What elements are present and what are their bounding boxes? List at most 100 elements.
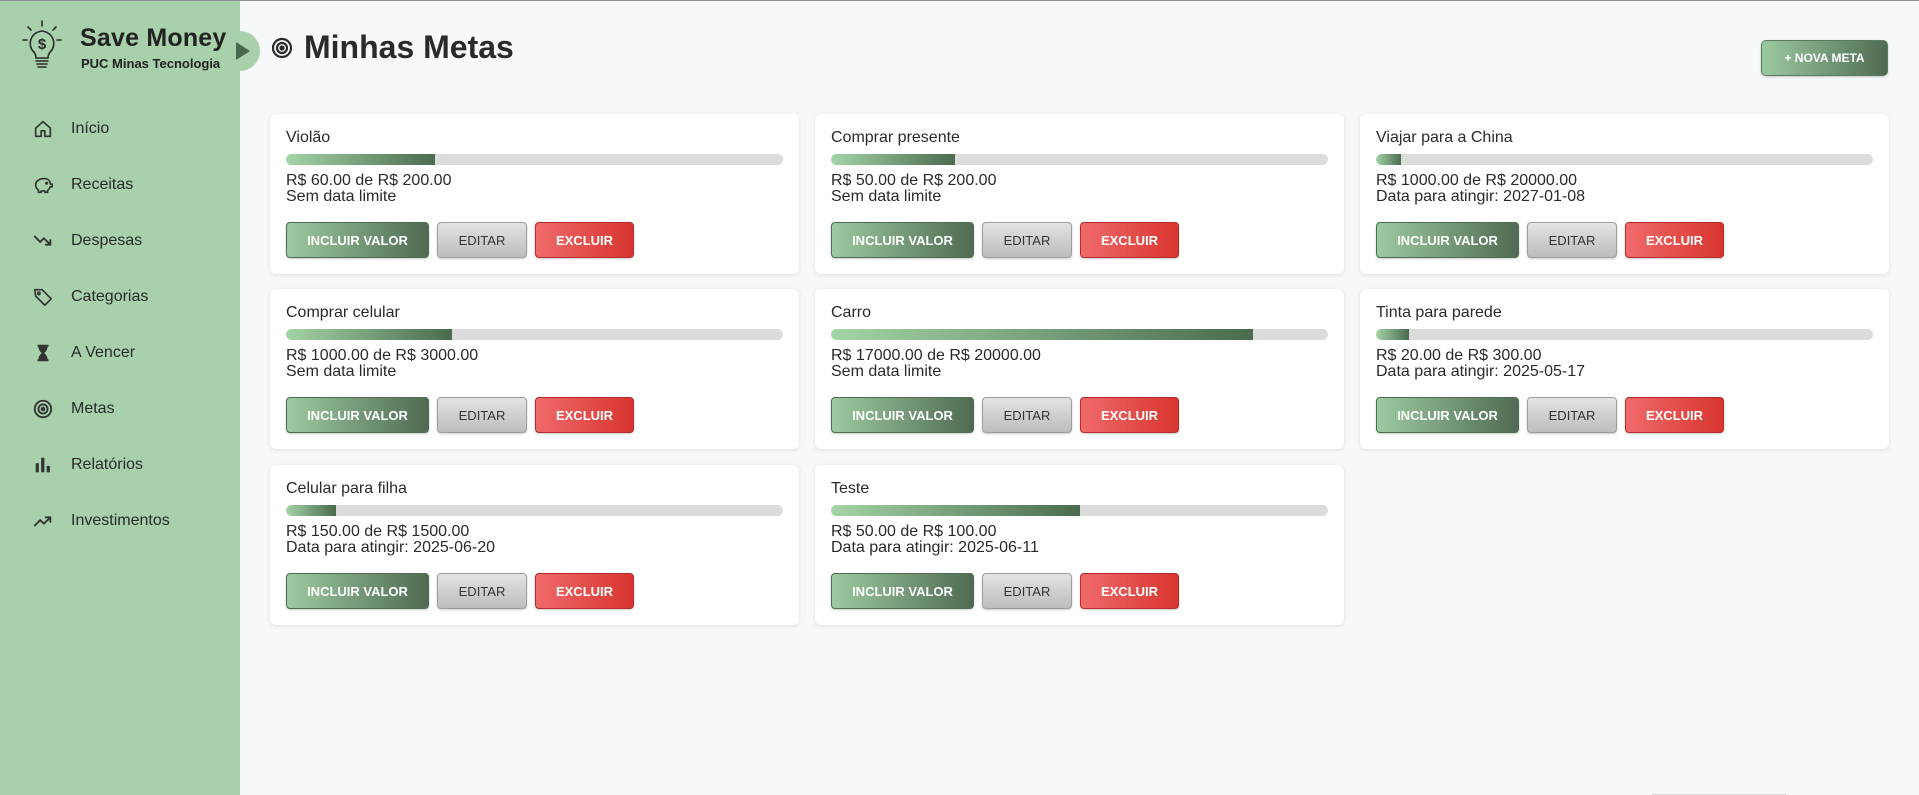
goal-amount: R$ 60.00 de R$ 200.00 [286,172,452,189]
delete-button[interactable]: EXCLUIR [1080,397,1179,433]
sidebar-item-despesas[interactable]: Despesas [0,213,240,269]
goal-card: Teste R$ 50.00 de R$ 100.00 Data para at… [815,465,1344,625]
goal-date: Data para atingir: 2025-06-11 [831,539,1039,556]
delete-button[interactable]: EXCLUIR [1080,222,1179,258]
goal-card: Tinta para parede R$ 20.00 de R$ 300.00 … [1360,289,1889,449]
goal-amount: R$ 20.00 de R$ 300.00 [1376,347,1542,364]
delete-button[interactable]: EXCLUIR [1625,222,1724,258]
goal-date: Data para atingir: 2025-06-20 [286,539,496,556]
sidebar-nav: Início Receitas Despesas Categorias A Ve… [0,101,240,549]
add-value-button[interactable]: INCLUIR VALOR [831,222,974,258]
add-value-button[interactable]: INCLUIR VALOR [286,397,429,433]
trending-down-icon [32,230,54,252]
sidebar-item-label: Categorias [71,288,149,305]
sidebar-item-relatorios[interactable]: Relatórios [0,437,240,493]
goal-title: Violão [286,129,331,146]
delete-button[interactable]: EXCLUIR [1625,397,1724,433]
trending-up-icon [32,510,54,532]
goal-card: Comprar celular R$ 1000.00 de R$ 3000.00… [270,289,799,449]
add-value-button[interactable]: INCLUIR VALOR [286,573,429,609]
app-title: Save Money [80,23,227,52]
goal-progress-bar [831,505,1328,516]
goal-progress-fill [831,154,956,165]
lightbulb-dollar-icon: $ [22,20,62,68]
goal-amount: R$ 50.00 de R$ 200.00 [831,172,997,189]
goal-amount: R$ 17000.00 de R$ 20000.00 [831,347,1041,364]
target-icon [271,37,293,58]
goal-progress-fill [1376,154,1401,165]
sidebar-item-label: Metas [71,400,115,417]
sidebar-item-label: Despesas [71,232,143,249]
edit-button[interactable]: EDITAR [982,573,1072,609]
goal-amount: R$ 150.00 de R$ 1500.00 [286,523,470,540]
goal-progress-bar [286,154,783,165]
goal-date: Sem data limite [286,363,397,380]
goal-progress-bar [831,154,1328,165]
edit-button[interactable]: EDITAR [982,397,1072,433]
goal-title: Carro [831,304,872,321]
page-title: Minhas Metas [304,29,514,65]
app-subtitle: PUC Minas Tecnologia [81,55,221,71]
target-icon [32,398,54,420]
goal-amount: R$ 1000.00 de R$ 3000.00 [286,347,479,364]
goal-card: Comprar presente R$ 50.00 de R$ 200.00 S… [815,114,1344,274]
sidebar: $ Save Money PUC Minas Tecnologia Início… [0,1,240,795]
goal-amount: R$ 1000.00 de R$ 20000.00 [1376,172,1578,189]
goal-title: Celular para filha [286,480,407,497]
edit-button[interactable]: EDITAR [982,222,1072,258]
sidebar-item-label: Relatórios [71,456,144,473]
goal-title: Teste [831,480,870,497]
goal-card: Violão R$ 60.00 de R$ 200.00 Sem data li… [270,114,799,274]
hourglass-icon [32,342,54,364]
delete-button[interactable]: EXCLUIR [1080,573,1179,609]
goal-title: Comprar celular [286,304,400,321]
sidebar-item-inicio[interactable]: Início [0,101,240,157]
sidebar-toggle-button[interactable] [232,31,260,71]
new-goal-button[interactable]: + NOVA META [1761,40,1888,76]
goal-progress-fill [286,505,336,516]
edit-button[interactable]: EDITAR [1527,397,1617,433]
goal-progress-fill [1376,329,1410,340]
play-icon [236,42,250,60]
add-value-button[interactable]: INCLUIR VALOR [1376,222,1519,258]
tag-icon [32,286,54,308]
delete-button[interactable]: EXCLUIR [535,222,634,258]
edit-button[interactable]: EDITAR [437,397,527,433]
sidebar-item-a-vencer[interactable]: A Vencer [0,325,240,381]
edit-button[interactable]: EDITAR [1527,222,1617,258]
goal-amount: R$ 50.00 de R$ 100.00 [831,523,997,540]
sidebar-item-categorias[interactable]: Categorias [0,269,240,325]
sidebar-item-investimentos[interactable]: Investimentos [0,493,240,549]
edit-button[interactable]: EDITAR [437,222,527,258]
goal-title: Comprar presente [831,129,960,146]
add-value-button[interactable]: INCLUIR VALOR [831,397,974,433]
goal-title: Tinta para parede [1376,304,1502,321]
sidebar-item-label: Investimentos [71,512,170,529]
sidebar-item-metas[interactable]: Metas [0,381,240,437]
goal-card: Celular para filha R$ 150.00 de R$ 1500.… [270,465,799,625]
goal-progress-bar [831,329,1328,340]
add-value-button[interactable]: INCLUIR VALOR [831,573,974,609]
svg-text:$: $ [38,36,47,53]
goal-card: Carro R$ 17000.00 de R$ 20000.00 Sem dat… [815,289,1344,449]
delete-button[interactable]: EXCLUIR [535,397,634,433]
sidebar-item-label: Início [71,120,110,137]
delete-button[interactable]: EXCLUIR [535,573,634,609]
bar-chart-icon [32,454,54,476]
goal-date: Data para atingir: 2025-05-17 [1376,363,1586,380]
sidebar-item-label: A Vencer [71,344,136,361]
goal-title: Viajar para a China [1376,129,1513,146]
goal-date: Sem data limite [831,188,942,205]
sidebar-item-receitas[interactable]: Receitas [0,157,240,213]
goal-progress-fill [831,329,1254,340]
page-header: Minhas Metas [270,29,514,66]
add-value-button[interactable]: INCLUIR VALOR [286,222,429,258]
goal-progress-bar [286,329,783,340]
goal-progress-fill [286,154,436,165]
piggy-bank-icon [32,174,54,196]
goal-progress-bar [1376,329,1873,340]
sidebar-item-label: Receitas [71,176,134,193]
edit-button[interactable]: EDITAR [437,573,527,609]
goal-progress-bar [1376,154,1873,165]
add-value-button[interactable]: INCLUIR VALOR [1376,397,1519,433]
